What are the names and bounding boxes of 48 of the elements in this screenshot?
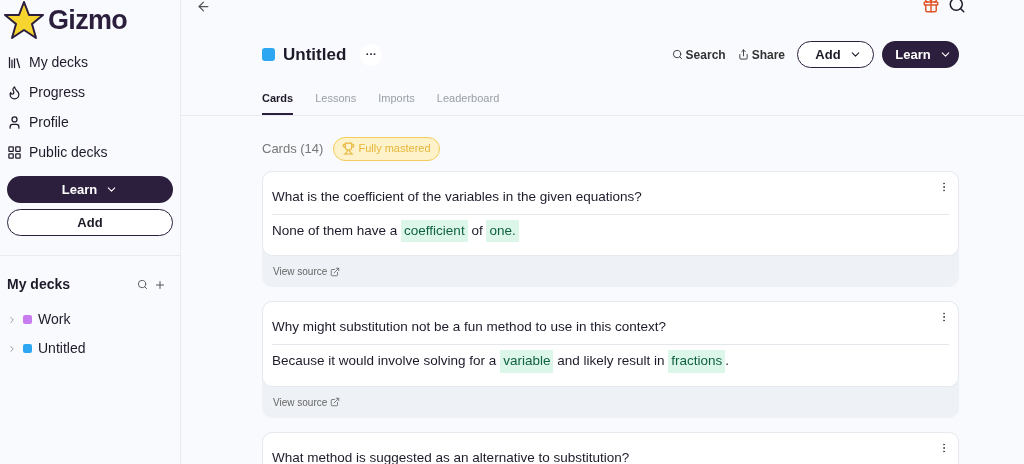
user-icon: [7, 114, 22, 130]
search-button[interactable]: Search: [671, 45, 726, 64]
learn-button[interactable]: Learn: [7, 176, 173, 203]
trophy-icon: [342, 142, 356, 155]
highlighted-term: one.: [486, 219, 519, 242]
deck-name: Work: [38, 310, 71, 329]
external-link-icon: [330, 397, 341, 407]
add-button[interactable]: Add: [7, 209, 173, 236]
nav-item[interactable]: Profile: [7, 112, 180, 132]
deck-item[interactable]: Untitled: [7, 338, 173, 359]
highlighted-term: fractions: [668, 350, 726, 373]
card-question: What method is suggested as an alternative to substitution?: [272, 447, 949, 464]
more-button[interactable]: ···: [360, 43, 383, 66]
answer-text: of: [470, 221, 484, 240]
highlighted-term: variable: [500, 350, 554, 373]
share-button[interactable]: Share: [737, 45, 785, 64]
learn-button[interactable]: Learn: [882, 41, 959, 68]
mastered-badge: Fully mastered: [333, 136, 440, 161]
tab[interactable]: Cards: [262, 90, 294, 115]
highlighted-term: coefficient: [401, 219, 468, 242]
search-icon[interactable]: [948, 0, 966, 14]
search-icon: [671, 49, 683, 60]
nav-item[interactable]: My decks: [7, 52, 180, 72]
logo-text: Gizmo: [48, 3, 128, 37]
card-question: Why might substitution not be a fun method to use in this context?: [272, 317, 949, 346]
cards-count: Cards (14): [262, 139, 324, 158]
view-source-link[interactable]: View source: [262, 256, 352, 287]
answer-text: .: [725, 352, 729, 371]
grid-icon: [7, 144, 22, 160]
answer-text: None of them have a: [272, 221, 399, 240]
flame-icon: [7, 84, 22, 100]
gift-icon[interactable]: [922, 0, 940, 14]
card-question: What is the coefficient of the variables in the given equations?: [272, 186, 949, 215]
nav-item[interactable]: Public decks: [7, 142, 180, 162]
view-source-link[interactable]: View source: [262, 386, 352, 418]
star-logo-icon: [4, 1, 44, 39]
deck-name: Untitled: [38, 339, 86, 358]
answer-text: Because it would involve solving for a: [272, 352, 498, 371]
share-icon: [737, 49, 749, 60]
section-title: My decks: [7, 275, 71, 294]
library-icon: [7, 54, 22, 70]
nav-item[interactable]: Progress: [7, 82, 180, 102]
external-link-icon: [330, 266, 341, 277]
add-button[interactable]: Add: [797, 41, 874, 68]
answer-text: and likely result in: [556, 352, 666, 371]
deck-title: Untitled: [283, 43, 347, 66]
plus-icon[interactable]: [154, 278, 166, 291]
deck-item[interactable]: Work: [7, 309, 173, 330]
